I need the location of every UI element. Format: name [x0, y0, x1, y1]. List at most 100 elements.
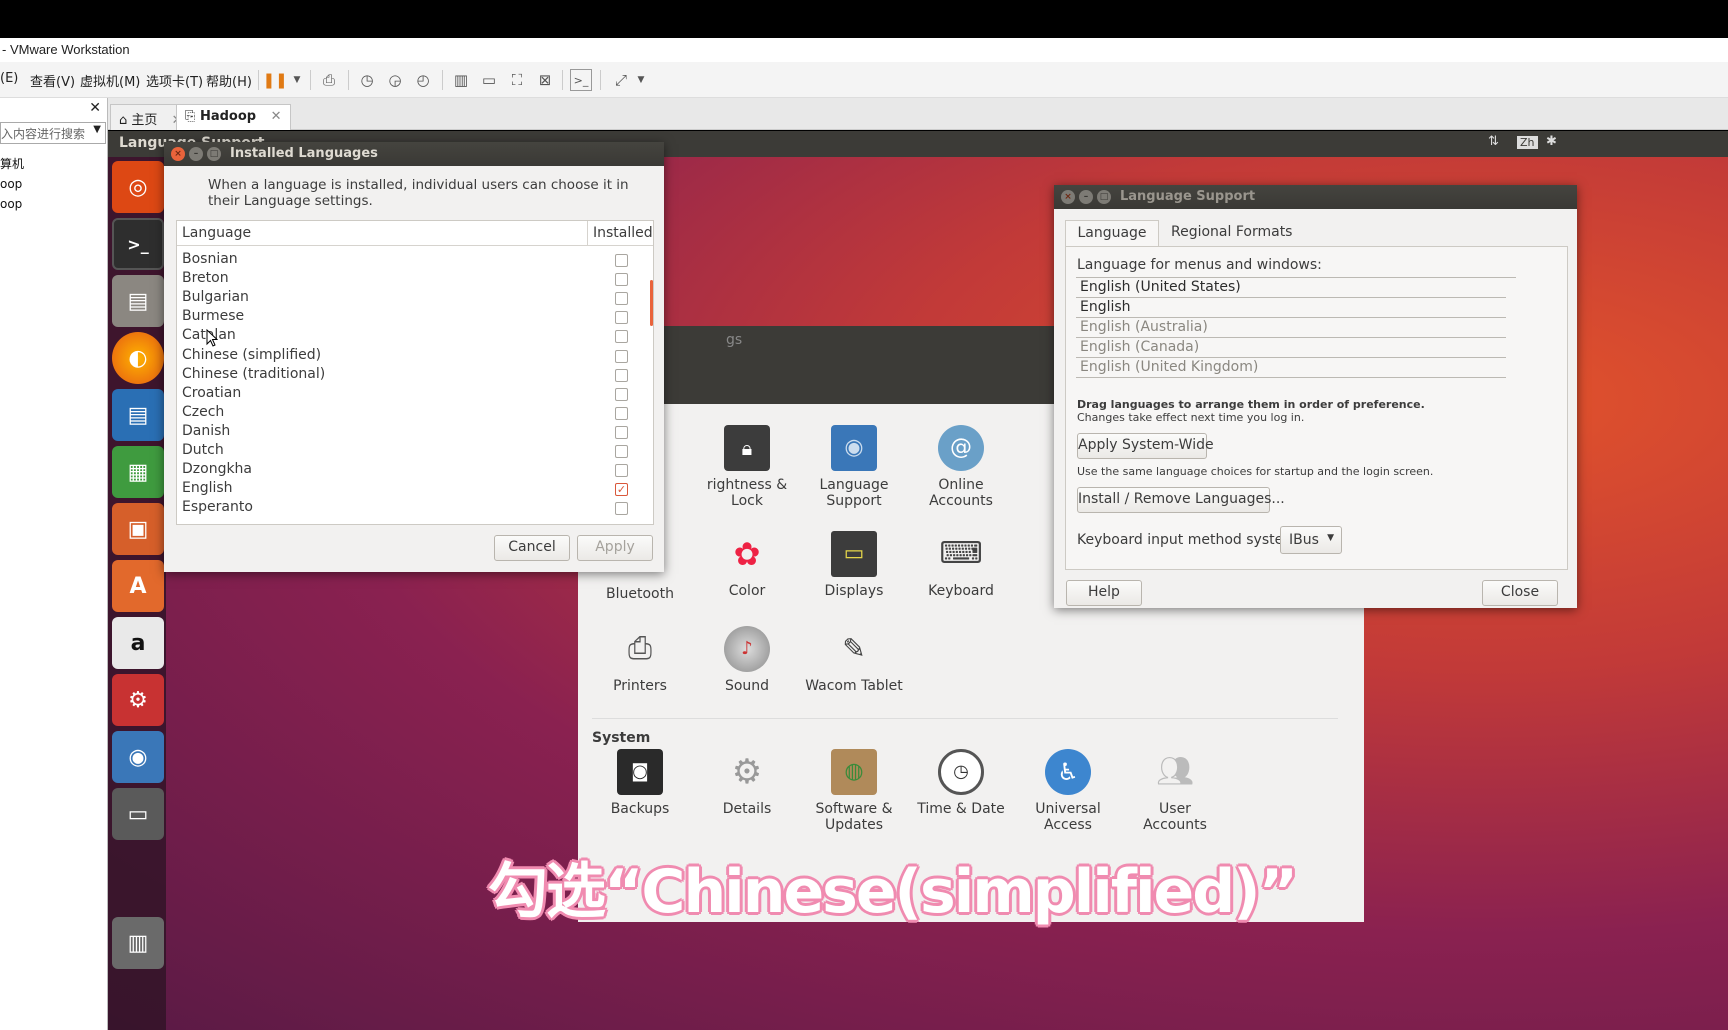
- close-icon[interactable]: ×: [171, 147, 185, 161]
- keyboard-input-select[interactable]: IBus ▼: [1280, 526, 1342, 554]
- installed-checkbox[interactable]: [615, 311, 628, 325]
- installed-checkbox[interactable]: [615, 254, 628, 267]
- close-icon[interactable]: ✕: [89, 100, 101, 116]
- unity-icon[interactable]: ⊠: [534, 69, 556, 91]
- tree-item[interactable]: 算机: [0, 154, 24, 174]
- settings-keyboard[interactable]: ⌨ Keyboard: [906, 531, 1016, 600]
- settings-sound[interactable]: ♪ Sound: [692, 626, 802, 694]
- close-icon[interactable]: ✕: [271, 109, 282, 124]
- settings-language-support[interactable]: ◉ Language Support: [799, 425, 909, 509]
- installed-checkbox[interactable]: [615, 425, 628, 439]
- language-row[interactable]: Chinese (traditional): [182, 366, 325, 385]
- settings-universal-access[interactable]: ♿︎ Universal Access: [1013, 749, 1123, 833]
- firefox-icon[interactable]: ◐: [112, 332, 164, 384]
- close-button[interactable]: Close: [1482, 580, 1558, 606]
- language-order-row[interactable]: English (United Kingdom): [1076, 358, 1506, 378]
- maximize-icon[interactable]: □: [207, 147, 221, 161]
- settings-details[interactable]: ⚙ Details: [692, 749, 802, 817]
- language-row[interactable]: Bulgarian: [182, 289, 249, 308]
- language-row[interactable]: Dzongkha: [182, 461, 252, 480]
- tree-item[interactable]: oop: [0, 194, 24, 214]
- stretch-dropdown-icon[interactable]: ▼: [630, 69, 652, 91]
- cancel-button[interactable]: Cancel: [494, 535, 570, 561]
- language-order-list[interactable]: English (United States) English English (A…: [1076, 277, 1516, 385]
- settings-backups[interactable]: ◙ Backups: [585, 749, 695, 817]
- settings-time-date[interactable]: ◷ Time & Date: [906, 749, 1016, 817]
- language-list[interactable]: Language Installed Bosnian Breton Bulgaria…: [176, 220, 654, 525]
- pause-icon[interactable]: ❚❚: [262, 69, 287, 91]
- guest-screen[interactable]: Language Support ⇅ Zh ✱ ◎ >_ ▤ ◐ ▤ ▦ ▣ A…: [108, 131, 1728, 1030]
- language-row[interactable]: Croatian: [182, 385, 241, 404]
- language-order-row[interactable]: English (Australia): [1076, 318, 1506, 338]
- minimize-icon[interactable]: –: [1079, 190, 1093, 204]
- help-button[interactable]: Help: [1066, 580, 1142, 606]
- installed-checkbox[interactable]: [615, 368, 628, 382]
- calc-icon[interactable]: ▦: [112, 446, 164, 498]
- library-view-icon[interactable]: ▥: [450, 69, 472, 91]
- language-row[interactable]: Danish: [182, 423, 230, 442]
- installed-checkbox[interactable]: [615, 273, 628, 287]
- language-row[interactable]: Chinese (simplified): [182, 347, 321, 366]
- language-row[interactable]: Breton: [182, 270, 229, 289]
- installed-checkbox[interactable]: [615, 406, 628, 420]
- language-support-icon[interactable]: ◉: [112, 731, 164, 783]
- console-view-icon[interactable]: ▭: [478, 69, 500, 91]
- menu-tabs[interactable]: 选项卡(T): [146, 71, 203, 90]
- menu-view[interactable]: 查看(V): [30, 71, 75, 90]
- settings-brightness-lock[interactable]: 🔒︎ rightness & Lock: [692, 425, 802, 509]
- column-language[interactable]: Language: [182, 225, 251, 241]
- maximize-icon[interactable]: □: [1097, 190, 1111, 204]
- settings-user-accounts[interactable]: 👥︎ User Accounts: [1120, 749, 1230, 834]
- trash-icon[interactable]: ▥: [112, 917, 164, 969]
- tab-hadoop[interactable]: ⎘ Hadoop ✕: [176, 104, 291, 130]
- installed-checkbox[interactable]: [615, 502, 628, 516]
- apply-system-wide-button[interactable]: Apply System-Wide: [1077, 433, 1214, 459]
- system-settings-icon[interactable]: ⚙: [112, 674, 164, 726]
- language-order-row[interactable]: English (United States): [1076, 278, 1506, 298]
- ubuntu-dash-icon[interactable]: ◎: [112, 161, 164, 213]
- menu-edit[interactable]: (E): [0, 71, 18, 86]
- language-row[interactable]: Esperanto: [182, 499, 253, 518]
- settings-displays[interactable]: ▭ Displays: [799, 531, 909, 599]
- chevron-down-icon[interactable]: ▼: [93, 124, 101, 135]
- tab-language[interactable]: Language: [1065, 220, 1159, 247]
- stretch-icon[interactable]: ⤢: [610, 69, 632, 91]
- installed-checkbox[interactable]: [615, 292, 628, 306]
- column-installed[interactable]: Installed: [593, 225, 653, 241]
- send-keys-icon[interactable]: ⎙: [318, 69, 340, 91]
- installed-checkbox[interactable]: [615, 349, 628, 363]
- writer-icon[interactable]: ▤: [112, 389, 164, 441]
- network-icon[interactable]: ⇅: [1488, 134, 1499, 149]
- input-method-indicator[interactable]: Zh: [1517, 136, 1538, 149]
- language-row[interactable]: Burmese: [182, 308, 244, 327]
- settings-software-updates[interactable]: ◍ Software & Updates: [799, 749, 909, 833]
- menu-help[interactable]: 帮助(H): [206, 71, 252, 90]
- snapshot-manager-icon[interactable]: ◴: [412, 69, 434, 91]
- menu-vm[interactable]: 虚拟机(M): [80, 71, 140, 90]
- settings-wacom-tablet[interactable]: ✎ Wacom Tablet: [799, 626, 909, 695]
- impress-icon[interactable]: ▣: [112, 503, 164, 555]
- scrollbar-thumb[interactable]: [650, 280, 653, 326]
- snapshot-icon[interactable]: ◷: [356, 69, 378, 91]
- language-order-row[interactable]: English (Canada): [1076, 338, 1506, 358]
- settings-printers[interactable]: ⎙ Printers: [585, 626, 695, 695]
- install-remove-languages-button[interactable]: Install / Remove Languages...: [1077, 487, 1285, 513]
- minimize-icon[interactable]: –: [189, 147, 203, 161]
- language-row[interactable]: Czech: [182, 404, 224, 423]
- terminal-icon[interactable]: >_: [112, 218, 164, 270]
- fullscreen-icon[interactable]: ⛶: [506, 69, 528, 91]
- library-search-input[interactable]: 入内容进行搜索 ▼: [0, 122, 106, 144]
- amazon-icon[interactable]: a: [112, 617, 164, 669]
- settings-bluetooth[interactable]: Bluetooth: [585, 586, 695, 602]
- revert-snapshot-icon[interactable]: ◶: [384, 69, 406, 91]
- settings-online-accounts[interactable]: @ Online Accounts: [906, 425, 1016, 509]
- save-icon[interactable]: ▭: [112, 788, 164, 840]
- terminal-toolbar-icon[interactable]: >_: [570, 69, 592, 91]
- files-icon[interactable]: ▤: [112, 275, 164, 327]
- language-row[interactable]: English: [182, 480, 233, 499]
- tree-item[interactable]: oop: [0, 174, 24, 194]
- apply-button[interactable]: Apply: [577, 535, 653, 561]
- tab-regional-formats[interactable]: Regional Formats: [1171, 224, 1292, 240]
- close-icon[interactable]: ×: [1061, 190, 1075, 204]
- language-order-row[interactable]: English: [1076, 298, 1506, 318]
